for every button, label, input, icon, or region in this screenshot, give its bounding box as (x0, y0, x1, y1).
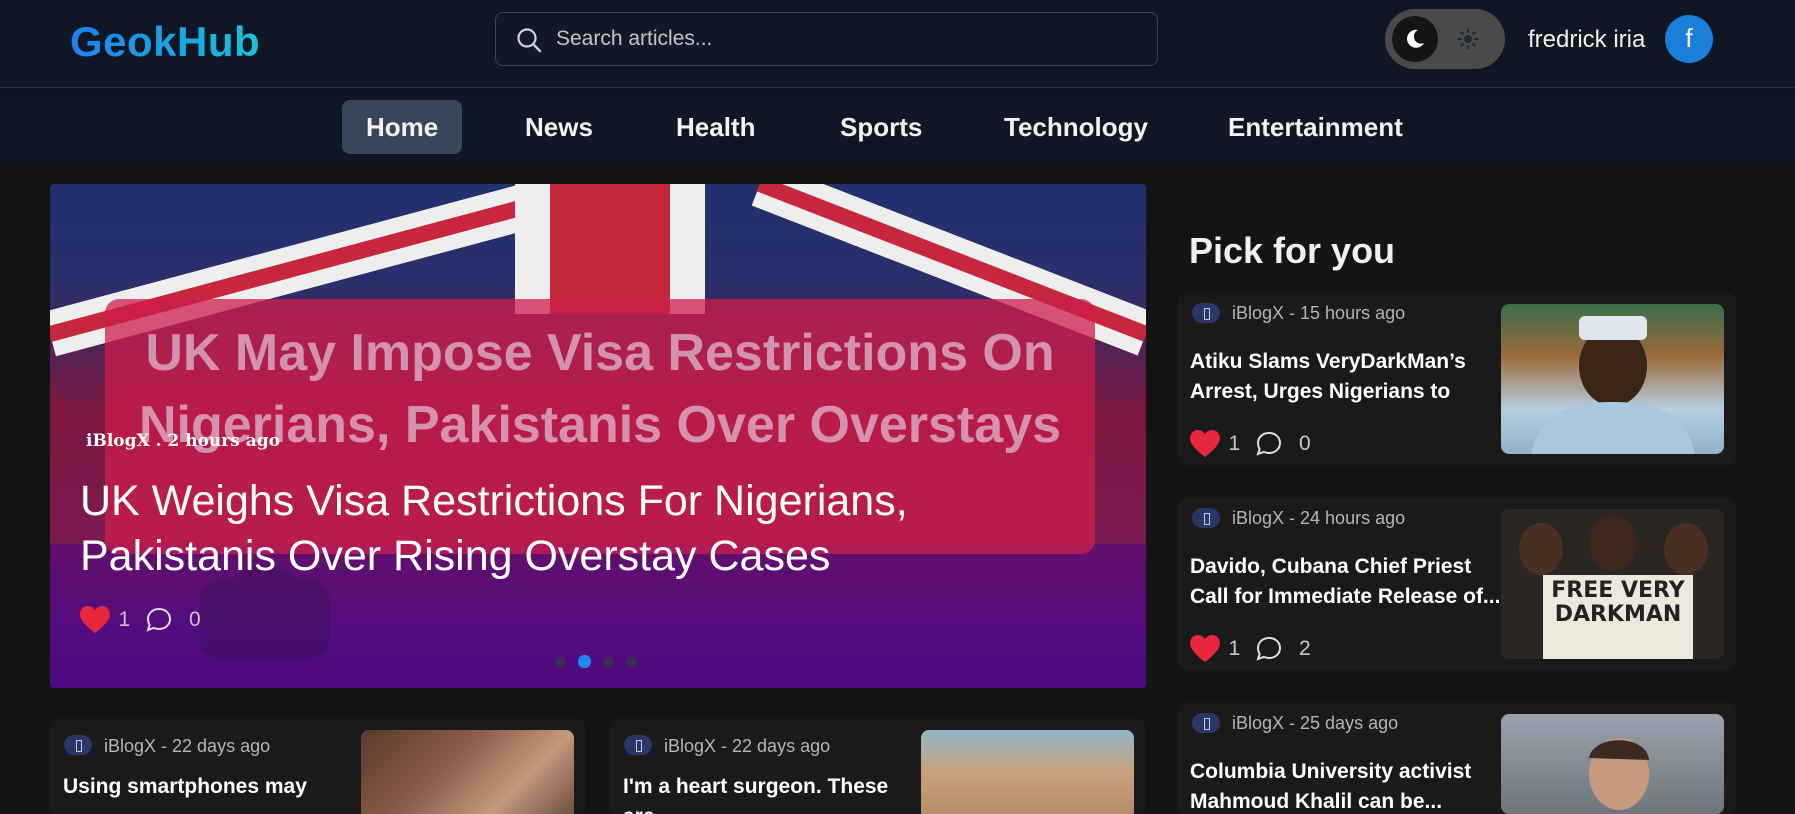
carousel-dot-active[interactable] (578, 655, 591, 668)
carousel-dot[interactable] (603, 657, 614, 668)
pick-for-you-title: Pick for you (1189, 230, 1396, 271)
article-actions: 1 0 (1190, 430, 1311, 460)
like-count: 1 (118, 608, 131, 631)
article-thumbnail[interactable] (921, 730, 1134, 814)
hero-actions: 1 0 (80, 606, 201, 638)
heart-icon[interactable] (80, 606, 110, 634)
source-badge-icon (624, 735, 652, 755)
sidebar-card[interactable]: iBlogX - 24 hours ago Davido, Cubana Chi… (1178, 498, 1736, 670)
nav-item-home[interactable]: Home (342, 100, 463, 154)
thumbnail-sign-text: FREE VERY DARKMAN (1551, 578, 1685, 627)
source-badge-icon (64, 735, 92, 755)
hero-carousel[interactable]: UK May Impose Visa Restrictions On Niger… (50, 184, 1146, 688)
source-badge-icon (1192, 303, 1220, 323)
like-count: 1 (1228, 432, 1241, 455)
theme-toggle[interactable] (1385, 9, 1505, 69)
article-title[interactable]: I'm a heart surgeon. These are (623, 772, 923, 814)
nav-item-technology[interactable]: Technology (980, 100, 1172, 154)
search-icon (517, 28, 542, 53)
sidebar-card[interactable]: iBlogX - 15 hours ago Atiku Slams VeryDa… (1178, 293, 1736, 465)
article-thumbnail[interactable] (1501, 304, 1724, 454)
toggle-knob (1392, 16, 1438, 62)
article-title[interactable]: Using smartphones may (63, 772, 353, 802)
article-source: iBlogX - 22 days ago (664, 736, 831, 756)
comment-count: 0 (1299, 432, 1311, 455)
source-badge-icon (1192, 713, 1220, 733)
portrait-placeholder (1589, 738, 1649, 810)
article-thumbnail[interactable] (361, 730, 574, 814)
sidebar-card[interactable]: iBlogX - 25 days ago Columbia University… (1178, 703, 1736, 814)
username[interactable]: fredrick iria (1528, 26, 1645, 54)
article-source: iBlogX - 25 days ago (1232, 713, 1399, 733)
comment-icon[interactable] (1255, 430, 1283, 458)
top-header: GeokHub fredrick iria f (0, 0, 1795, 88)
article-card[interactable]: iBlogX - 22 days ago Using smartphones m… (50, 719, 585, 814)
comment-icon[interactable] (1255, 635, 1283, 663)
nav-item-entertainment[interactable]: Entertainment (1204, 100, 1427, 154)
sun-icon (1457, 28, 1479, 50)
nav-item-sports[interactable]: Sports (816, 100, 946, 154)
search-input[interactable] (556, 13, 1146, 65)
source-badge-icon (1192, 508, 1220, 528)
nav-item-news[interactable]: News (501, 100, 617, 154)
like-count: 1 (1228, 637, 1241, 660)
portrait-placeholder (1531, 316, 1695, 454)
hero-meta: iBlogX . 2 hours ago (86, 431, 280, 451)
article-title[interactable]: Davido, Cubana Chief Priest Call for Imm… (1190, 552, 1508, 612)
nav-item-health[interactable]: Health (652, 100, 779, 154)
carousel-dot[interactable] (555, 657, 566, 668)
avatar[interactable]: f (1665, 15, 1713, 63)
heart-icon[interactable] (1190, 635, 1220, 663)
carousel-dots (555, 655, 649, 669)
comment-icon[interactable] (145, 606, 173, 634)
comment-count: 2 (1299, 637, 1311, 660)
article-actions: 1 2 (1190, 635, 1311, 665)
article-card[interactable]: iBlogX - 22 days ago I'm a heart surgeon… (610, 719, 1145, 814)
moon-icon (1407, 29, 1424, 48)
article-source: iBlogX - 24 hours ago (1232, 508, 1406, 528)
carousel-dot[interactable] (626, 657, 637, 668)
comment-count: 0 (189, 608, 201, 631)
heart-icon[interactable] (1190, 430, 1220, 458)
article-thumbnail[interactable] (1501, 714, 1724, 814)
article-title[interactable]: Columbia University activist Mahmoud Kha… (1190, 757, 1508, 814)
article-thumbnail[interactable]: FREE VERY DARKMAN (1501, 509, 1724, 659)
search-box[interactable] (495, 12, 1158, 66)
article-source: iBlogX - 15 hours ago (1232, 303, 1406, 323)
article-source: iBlogX - 22 days ago (104, 736, 271, 756)
logo[interactable]: GeokHub (70, 18, 260, 66)
article-title[interactable]: Atiku Slams VeryDarkMan’s Arrest, Urges … (1190, 347, 1508, 407)
category-nav: Home News Health Sports Technology Enter… (0, 89, 1795, 166)
hero-title[interactable]: UK Weighs Visa Restrictions For Nigerian… (80, 474, 980, 584)
